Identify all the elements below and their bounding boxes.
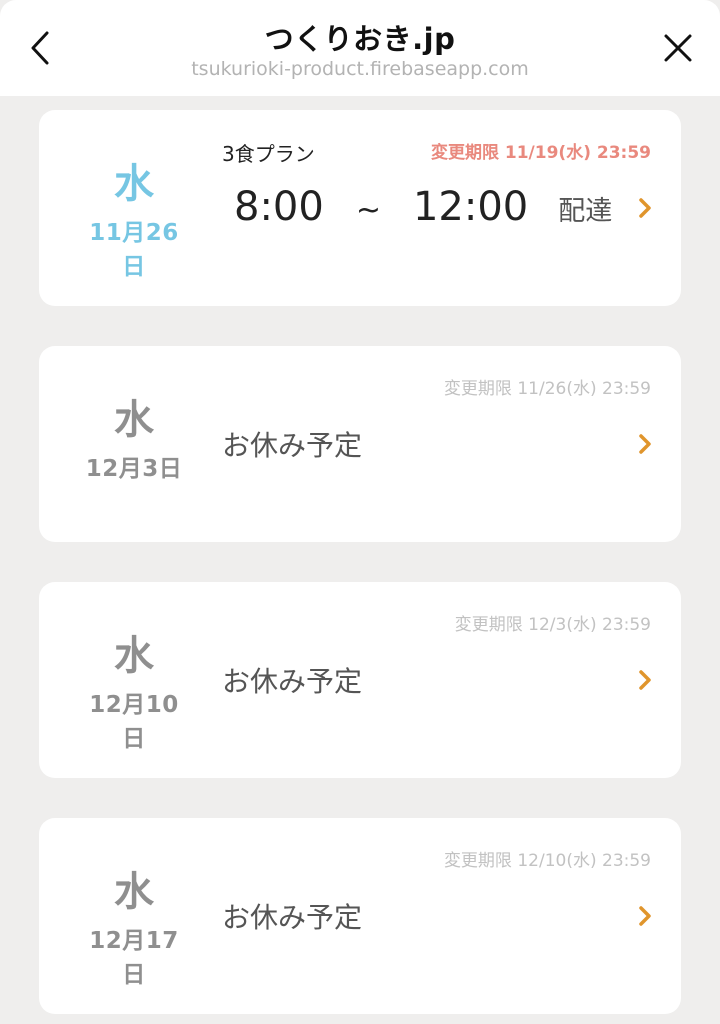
close-icon [664, 34, 692, 62]
delivery-date: 水 11月26日 [79, 158, 189, 284]
page-url: tsukurioki-product.firebaseapp.com [191, 58, 529, 80]
change-deadline: 変更期限 12/10(水) 23:59 [443, 851, 651, 871]
delivery-card[interactable]: 水 12月3日 変更期限 11/26(水) 23:59 お休み予定 [39, 346, 681, 542]
delivery-time-range: 8:00 ~ 12:00 配達 [234, 184, 612, 230]
plan-label: 3食プラン [222, 142, 315, 166]
weekday-label: 水 [114, 161, 154, 207]
skip-status: お休み予定 [222, 665, 363, 698]
date-label: 12月17日 [89, 928, 179, 988]
chevron-right-icon[interactable] [635, 430, 655, 458]
chevron-right-icon[interactable] [635, 194, 655, 222]
skip-status: お休み予定 [222, 901, 363, 934]
chevron-right-icon[interactable] [635, 902, 655, 930]
change-deadline: 変更期限 11/26(水) 23:59 [443, 379, 651, 399]
change-deadline: 変更期限 11/19(水) 23:59 [430, 143, 651, 163]
delivery-label: 配達 [558, 196, 613, 227]
delivery-card[interactable]: 水 11月26日 3食プラン 変更期限 11/19(水) 23:59 8:00 … [39, 110, 681, 306]
delivery-date: 水 12月17日 [79, 866, 189, 992]
date-label: 12月3日 [85, 456, 183, 482]
date-label: 12月10日 [89, 692, 179, 752]
time-end: 12:00 [412, 184, 529, 230]
weekday-label: 水 [114, 633, 154, 679]
chevron-right-icon[interactable] [635, 666, 655, 694]
change-deadline: 変更期限 12/3(水) 23:59 [454, 615, 651, 635]
time-start: 8:00 [234, 184, 324, 230]
delivery-date: 水 12月3日 [79, 394, 189, 486]
delivery-card[interactable]: 水 12月10日 変更期限 12/3(水) 23:59 お休み予定 [39, 582, 681, 778]
page-title: つくりおき.jp [264, 22, 456, 56]
browser-header: つくりおき.jp tsukurioki-product.firebaseapp.… [0, 0, 720, 96]
delivery-card[interactable]: 水 12月17日 変更期限 12/10(水) 23:59 お休み予定 [39, 818, 681, 1014]
weekday-label: 水 [114, 397, 154, 443]
date-label: 11月26日 [89, 220, 179, 280]
close-button[interactable] [658, 24, 698, 72]
weekday-label: 水 [114, 869, 154, 915]
time-separator: ~ [355, 193, 381, 228]
delivery-date: 水 12月10日 [79, 630, 189, 756]
skip-status: お休み予定 [222, 429, 363, 462]
